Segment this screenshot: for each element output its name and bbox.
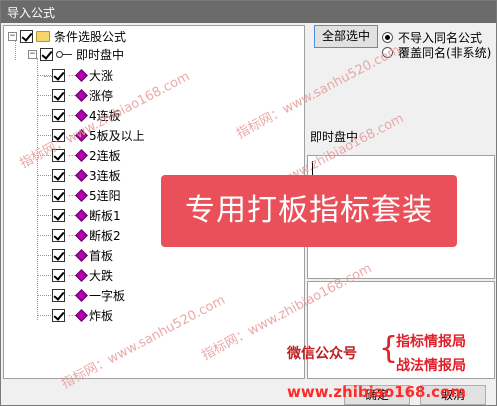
brand-name-2: 战法情报局 [396,358,466,374]
tree-connector [38,215,51,216]
formula-checkbox[interactable] [52,308,65,322]
tree-formula-item[interactable]: ⋯ 断板1 [52,206,121,224]
formula-checkbox[interactable] [52,248,65,262]
tree-formula-item[interactable]: ⋯ 一字板 [52,286,125,304]
tree-connector [38,295,51,296]
collapse-icon[interactable]: − [8,31,17,41]
formula-checkbox[interactable] [52,108,65,122]
formula-label: 一字板 [89,288,126,303]
group-checkbox[interactable] [40,47,53,61]
tree-group-node[interactable]: − 即时盘中 [28,45,124,63]
formula-gem-icon [76,310,85,321]
tree-formula-item[interactable]: ⋯ 大涨 [52,66,113,84]
tree-connector [37,58,38,320]
formula-gem-icon [76,270,85,281]
tree-formula-item[interactable]: ⋯ 5连阳 [52,186,121,204]
formula-label: 2连板 [89,148,121,163]
collapse-icon[interactable]: − [28,49,37,59]
tree-formula-item[interactable]: ⋯ 首板 [52,246,113,264]
formula-checkbox[interactable] [52,168,65,182]
formula-label: 炸板 [89,308,114,323]
root-checkbox[interactable] [20,29,33,43]
tree-connector [38,315,51,316]
formula-gem-icon [76,230,85,241]
tree-connector [38,195,51,196]
formula-gem-icon [76,90,85,101]
promo-banner: 专用打板指标套装 [161,175,457,247]
formula-gem-icon [76,170,85,181]
folder-icon [36,30,50,42]
tree-connector [38,95,51,96]
tree-formula-item[interactable]: ⋯ 断板2 [52,226,121,244]
formula-gem-icon [76,250,85,261]
tree-formula-item[interactable]: ⋯ 涨停 [52,86,113,104]
tree-connector [38,255,51,256]
formula-checkbox[interactable] [52,228,65,242]
option-label: 覆盖同名(非系统) [398,46,492,60]
formula-label: 断板2 [89,228,121,243]
formula-checkbox[interactable] [52,68,65,82]
import-formula-dialog: 导入公式 − 条件选股公式 − 即时盘中 ⋯ 大涨 ⋯ 涨停 ⋯ 4连板 ⋯ 5板及以上 ⋯ 2连… [0,0,497,406]
group-label: 即时盘中 [76,47,125,62]
tree-formula-item[interactable]: ⋯ 大跌 [52,266,113,284]
formula-gem-icon [76,70,85,81]
title-bar: 导入公式 [1,1,496,23]
formula-label: 大跌 [89,268,114,283]
formula-checkbox[interactable] [52,288,65,302]
brand-name-1: 指标情报局 [396,334,466,350]
formula-gem-icon [76,190,85,201]
formula-checkbox[interactable] [52,268,65,282]
formula-gem-icon [76,210,85,221]
formula-label: 断板1 [89,208,121,223]
tree-connector [38,115,51,116]
tree-connector [38,175,51,176]
formula-label: 首板 [89,248,114,263]
tree-connector [38,235,51,236]
key-icon [56,49,72,59]
formula-gem-icon [76,290,85,301]
tree-connector [38,75,51,76]
tree-root-node[interactable]: − 条件选股公式 [8,27,126,45]
formula-checkbox[interactable] [52,208,65,222]
formula-checkbox[interactable] [52,88,65,102]
root-label: 条件选股公式 [54,29,127,44]
formula-label: 大涨 [89,68,114,83]
wechat-label: 微信公众号 [287,346,357,362]
window-title: 导入公式 [7,6,56,20]
tree-formula-item[interactable]: ⋯ 3连板 [52,166,121,184]
formula-label: 5连阳 [89,188,121,203]
formula-label: 3连板 [89,168,121,183]
formula-checkbox[interactable] [52,188,65,202]
select-all-button[interactable]: 全部选中 [314,25,378,48]
tree-connector [38,275,51,276]
website-url: www.zhibiao168.com [287,383,467,401]
formula-label: 涨停 [89,88,114,103]
tree-formula-item[interactable]: ⋯ 炸板 [52,306,113,324]
formula-gem-icon [76,150,85,161]
